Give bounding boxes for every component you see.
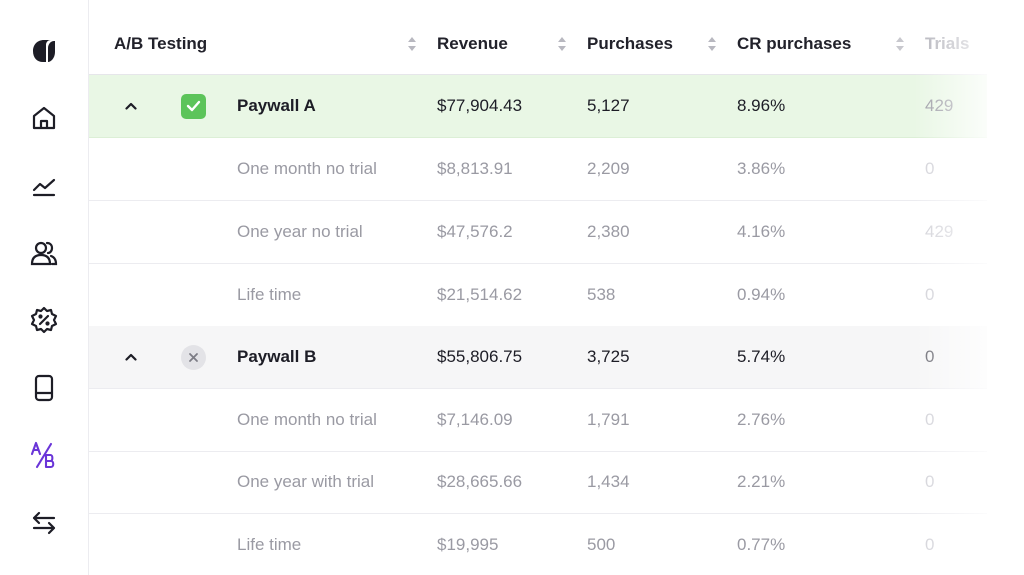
ab-test-icon[interactable] (26, 437, 62, 473)
row-revenue: $8,813.91 (437, 159, 513, 178)
row-revenue: $77,904.43 (437, 96, 523, 115)
row-name: Paywall A (237, 96, 316, 115)
row-cr: 8.96% (737, 96, 786, 115)
row-revenue: $7,146.09 (437, 410, 513, 429)
sort-trials-icon[interactable] (895, 35, 905, 53)
table-row: Life time $21,514.62 538 0.94% 0 (89, 264, 987, 327)
sort-purchases-icon[interactable] (557, 35, 567, 53)
table-row-paywall-a[interactable]: Paywall A $77,904.43 5,127 8.96% 429 (89, 75, 987, 138)
row-name: One year no trial (237, 222, 363, 241)
row-trials: 429 (925, 96, 954, 115)
close-icon (180, 344, 206, 370)
row-revenue: $28,665.66 (437, 472, 523, 491)
column-header-purchases[interactable]: Purchases (587, 13, 673, 74)
home-icon[interactable] (26, 100, 62, 136)
column-header-cr-purchases[interactable]: CR purchases (737, 13, 851, 74)
table-row: Life time $19,995 500 0.77% 0 (89, 514, 987, 575)
row-purchases: 500 (587, 535, 616, 554)
row-purchases: 1,791 (587, 410, 630, 429)
row-revenue: $21,514.62 (437, 285, 523, 304)
row-revenue: $55,806.75 (437, 347, 523, 366)
check-icon (180, 93, 206, 119)
sidebar (0, 0, 89, 575)
row-name: Paywall B (237, 347, 317, 366)
row-purchases: 538 (587, 285, 616, 304)
table-header: A/B Testing Revenue Purchases CR purchas… (89, 13, 987, 75)
logo-icon[interactable] (26, 33, 62, 69)
row-trials: 0 (925, 159, 935, 178)
row-trials: 429 (925, 222, 954, 241)
row-name: Life time (237, 285, 302, 304)
discount-icon[interactable] (26, 302, 62, 338)
row-cr: 0.77% (737, 535, 786, 554)
row-trials: 0 (925, 410, 935, 429)
analytics-icon[interactable] (26, 168, 62, 204)
chevron-up-icon (125, 102, 137, 110)
column-header-trials[interactable]: Trials (925, 13, 969, 74)
paywall-a-status (180, 75, 206, 137)
paywall-b-status (180, 326, 206, 388)
table-row: One year no trial $47,576.2 2,380 4.16% … (89, 201, 987, 264)
row-name: One month no trial (237, 410, 377, 429)
table-row-paywall-b[interactable]: Paywall B $55,806.75 3,725 5.74% 0 (89, 326, 987, 389)
device-icon[interactable] (26, 370, 62, 406)
users-icon[interactable] (26, 235, 62, 271)
collapse-paywall-b-button[interactable] (123, 326, 139, 388)
table-row: One year with trial $28,665.66 1,434 2.2… (89, 451, 987, 514)
sort-revenue-icon[interactable] (407, 35, 417, 53)
row-purchases: 3,725 (587, 347, 630, 366)
row-name: One year with trial (237, 472, 374, 491)
row-revenue: $19,995 (437, 535, 499, 554)
row-name: Life time (237, 535, 302, 554)
table-row: One month no trial $7,146.09 1,791 2.76%… (89, 389, 987, 452)
row-cr: 3.86% (737, 159, 786, 178)
column-header-revenue[interactable]: Revenue (437, 13, 508, 74)
row-purchases: 1,434 (587, 472, 630, 491)
ab-testing-table: A/B Testing Revenue Purchases CR purchas… (89, 0, 1024, 575)
row-purchases: 2,209 (587, 159, 630, 178)
collapse-paywall-a-button[interactable] (123, 75, 139, 137)
row-trials: 0 (925, 347, 935, 366)
row-revenue: $47,576.2 (437, 222, 513, 241)
row-cr: 0.94% (737, 285, 786, 304)
row-trials: 0 (925, 535, 935, 554)
row-trials: 0 (925, 285, 935, 304)
row-trials: 0 (925, 472, 935, 491)
row-cr: 4.16% (737, 222, 786, 241)
row-cr: 2.76% (737, 410, 786, 429)
row-cr: 2.21% (737, 472, 786, 491)
row-cr: 5.74% (737, 347, 786, 366)
sort-cr-icon[interactable] (707, 35, 717, 53)
chevron-up-icon (125, 353, 137, 361)
row-purchases: 5,127 (587, 96, 630, 115)
table-row: One month no trial $8,813.91 2,209 3.86%… (89, 138, 987, 201)
transfer-icon[interactable] (26, 505, 62, 541)
row-name: One month no trial (237, 159, 377, 178)
page-title: A/B Testing (114, 33, 208, 53)
row-purchases: 2,380 (587, 222, 630, 241)
